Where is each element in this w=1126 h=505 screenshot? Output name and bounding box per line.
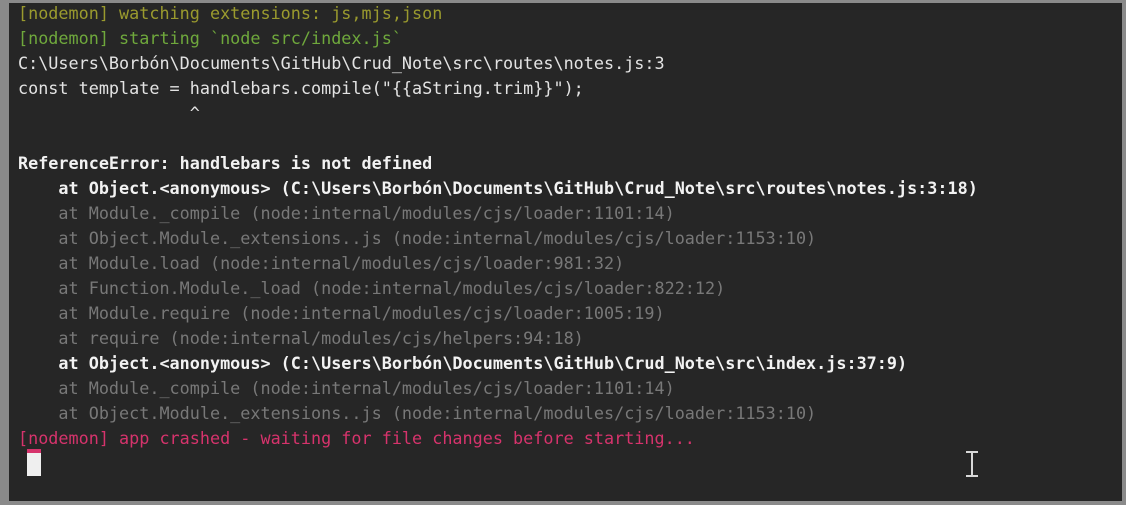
terminal-window[interactable]: [nodemon] watching extensions: js,mjs,js… [0,0,1126,505]
i-beam-cursor-icon [965,451,979,477]
terminal-line: at Module.load (node:internal/modules/cj… [18,253,625,273]
terminal-line: C:\Users\Borbón\Documents\GitHub\Crud_No… [18,53,665,73]
terminal-line: at Object.Module._extensions..js (node:i… [18,228,817,248]
terminal-line: const template = handlebars.compile("{{a… [18,78,584,98]
terminal-line: at require (node:internal/modules/cjs/he… [18,328,584,348]
terminal-line: [nodemon] starting `node src/index.js` [18,28,402,48]
terminal-line: at Module.require (node:internal/modules… [18,303,665,323]
terminal-line: at Object.<anonymous> (C:\Users\Borbón\D… [18,178,978,198]
text-block-cursor [27,449,41,476]
terminal-screen[interactable]: [nodemon] watching extensions: js,mjs,js… [9,3,1122,501]
terminal-line: at Object.<anonymous> (C:\Users\Borbón\D… [18,353,908,373]
i-beam-cap-top [966,451,978,453]
terminal-line: ReferenceError: handlebars is not define… [18,153,433,173]
terminal-output: [nodemon] watching extensions: js,mjs,js… [18,3,1122,451]
terminal-line: [nodemon] watching extensions: js,mjs,js… [18,3,443,23]
terminal-line: at Object.Module._extensions..js (node:i… [18,403,817,423]
terminal-line: [nodemon] app crashed - waiting for file… [18,428,695,448]
terminal-line: ^ [18,103,200,123]
i-beam-stem [971,453,973,475]
i-beam-cap-bottom [966,475,978,477]
terminal-line: at Module._compile (node:internal/module… [18,378,675,398]
terminal-line: at Module._compile (node:internal/module… [18,203,675,223]
terminal-line: at Function.Module._load (node:internal/… [18,278,726,298]
